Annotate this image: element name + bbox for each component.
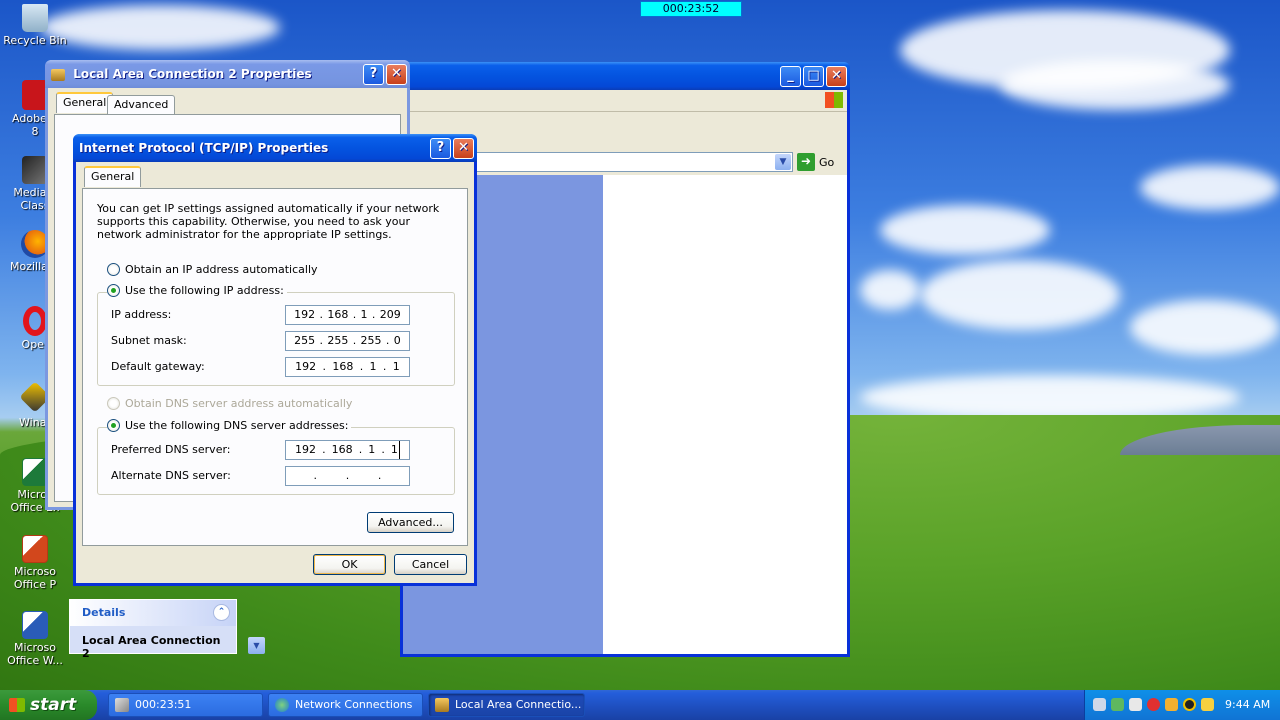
taskbar-item-local-area-connection[interactable]: Local Area Connectio... [428,693,585,717]
taskbar-item-network-connections[interactable]: Network Connections [268,693,423,717]
radio-obtain-dns-auto: Obtain DNS server address automatically [107,397,352,410]
details-panel[interactable]: Details ⌃ Local Area Connection 2 [69,599,237,660]
cancel-button[interactable]: Cancel [394,554,467,575]
ip-address-field[interactable]: 192. 168. 1. 209 [285,305,410,325]
system-tray: 9:44 AM [1084,690,1280,720]
go-button[interactable]: ➜ Go [797,153,834,171]
collapse-chevron-icon[interactable]: ⌃ [213,604,230,621]
timer-app-icon [115,698,129,712]
preferred-dns-field[interactable]: 192. 168. 1. 1 [285,440,410,460]
maximize-button[interactable]: □ [803,66,824,87]
powerpoint-icon [22,535,48,563]
address-dropdown-icon[interactable]: ▼ [775,154,791,170]
default-gateway-field[interactable]: 192. 168. 1. 1 [285,357,410,377]
radio-circle[interactable] [107,263,120,276]
lac-properties-titlebar[interactable]: Local Area Connection 2 Properties ? ✕ [45,60,410,88]
radio-circle-disabled [107,397,120,410]
update-icon[interactable] [1165,698,1178,711]
radio-circle-selected[interactable] [107,419,120,432]
taskbar-item-timer[interactable]: 000:23:51 [108,693,263,717]
desktop-icon-recycle-bin[interactable]: Recycle Bin [0,4,70,47]
go-arrow-icon: ➜ [797,153,815,171]
taskbar: start 000:23:51 Network Connections Loca… [0,690,1280,720]
timer-display: 000:23:52 [640,1,742,17]
desktop-icon-word[interactable]: Microso Office W... [0,611,70,667]
ip-address-label: IP address: [111,308,172,321]
menu-bar [403,90,847,112]
help-button[interactable]: ? [363,64,384,85]
preferred-dns-label: Preferred DNS server: [111,443,231,456]
network-connections-titlebar[interactable]: _ □ ✕ [400,62,850,90]
alternate-dns-label: Alternate DNS server: [111,469,231,482]
recycle-bin-icon [22,4,48,32]
security-icon[interactable] [1183,698,1196,711]
alternate-dns-field[interactable]: ... [285,466,410,486]
radio-use-following-dns[interactable]: Use the following DNS server addresses: [107,419,352,432]
power-icon[interactable] [1201,698,1214,711]
minimize-button[interactable]: _ [780,66,801,87]
radio-obtain-ip-auto[interactable]: Obtain an IP address automatically [107,263,318,276]
radio-circle-selected[interactable] [107,284,120,297]
tcpip-general-panel: You can get IP settings assigned automat… [82,188,468,546]
lan-title-icon [51,68,65,81]
volume-icon[interactable] [1129,698,1142,711]
lan-icon [435,698,449,712]
subnet-mask-label: Subnet mask: [111,334,187,347]
antivirus-icon[interactable] [1147,698,1160,711]
help-button[interactable]: ? [430,138,451,159]
tcpip-properties-window[interactable]: Internet Protocol (TCP/IP) Properties ? … [73,134,477,586]
description-text: You can get IP settings assigned automat… [97,202,440,241]
word-icon [22,611,48,639]
network-icon [275,698,289,712]
ok-button[interactable]: OK [313,554,386,575]
close-button[interactable]: ✕ [453,138,474,159]
close-button[interactable]: ✕ [826,66,847,87]
radio-use-following-ip[interactable]: Use the following IP address: [107,284,287,297]
tab-general[interactable]: General [56,92,114,113]
details-header[interactable]: Details ⌃ [70,600,236,626]
default-gateway-label: Default gateway: [111,360,205,373]
tab-advanced[interactable]: Advanced [107,95,176,114]
safely-remove-icon[interactable] [1111,698,1124,711]
clock[interactable]: 9:44 AM [1225,690,1270,720]
opera-icon [23,306,47,336]
windows-logo-icon [825,92,843,108]
desktop-icon-powerpoint[interactable]: Microso Office P [0,535,70,591]
close-button[interactable]: ✕ [386,64,407,85]
network-tray-icon[interactable] [1093,698,1106,711]
subnet-mask-field[interactable]: 255. 255. 255. 0 [285,331,410,351]
start-button[interactable]: start [0,690,97,720]
scrollbar-down-button[interactable]: ▼ [248,637,265,654]
tab-general[interactable]: General [84,166,142,187]
address-input[interactable] [475,152,793,172]
details-item: Local Area Connection 2 [82,634,221,660]
advanced-button[interactable]: Advanced... [367,512,454,533]
windows-flag-icon [9,698,25,712]
tcpip-titlebar[interactable]: Internet Protocol (TCP/IP) Properties ? … [73,134,477,162]
